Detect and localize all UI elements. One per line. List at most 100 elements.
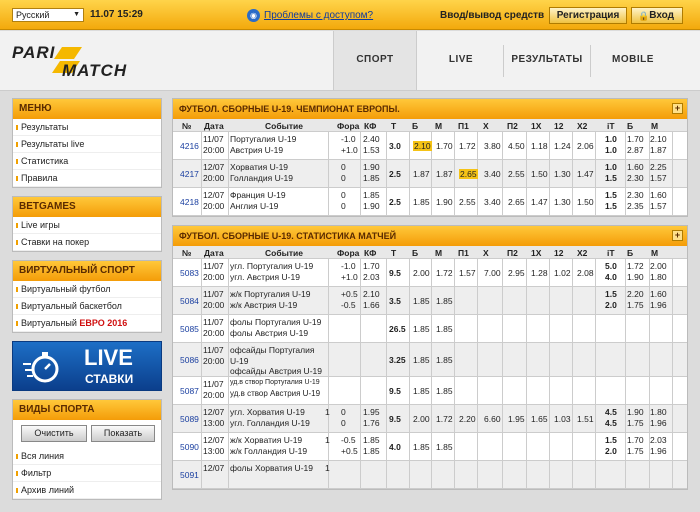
event-id-link[interactable]: 5086	[180, 355, 199, 365]
odds-cell[interactable]: 1.03	[554, 414, 571, 424]
nav-live[interactable]: LIVE	[420, 31, 502, 90]
odds-cell[interactable]: 2.06	[577, 141, 594, 151]
team-away[interactable]: U-19	[230, 356, 248, 366]
odds-cell[interactable]: 1.47	[577, 169, 594, 179]
event-id-link[interactable]: 5083	[180, 268, 199, 278]
odds-cell[interactable]: 1.72	[436, 268, 453, 278]
team-home[interactable]: фолы Португалия U-19	[230, 317, 321, 327]
nav-results[interactable]: РЕЗУЛЬТАТЫ	[504, 31, 590, 90]
odds-cell[interactable]: 1.57	[650, 201, 667, 211]
odds-cell[interactable]: 2.10	[363, 289, 380, 299]
team-home[interactable]: Франция U-19	[230, 190, 286, 200]
odds-cell[interactable]: 1.90	[436, 197, 453, 207]
odds-cell[interactable]: 2.00	[413, 268, 430, 278]
odds-cell[interactable]: 1.87	[650, 145, 667, 155]
team-home[interactable]: ж/к Португалия U-19	[230, 289, 310, 299]
nav-mobile[interactable]: MOBILE	[590, 31, 676, 90]
odds-cell[interactable]: 1.57	[459, 268, 476, 278]
odds-cell[interactable]: 2.55	[459, 197, 476, 207]
odds-cell[interactable]: 1.85	[363, 173, 380, 183]
odds-cell[interactable]: 1.60	[627, 162, 644, 172]
odds-cell[interactable]: 1.85	[413, 324, 430, 334]
sports-item-filter[interactable]: Фильтр	[13, 465, 161, 482]
odds-cell[interactable]: 1.85	[436, 442, 453, 452]
menu-item-results-live[interactable]: Результаты live	[13, 136, 161, 153]
odds-cell[interactable]: 2.65	[508, 197, 525, 207]
odds-cell[interactable]: 1.87	[436, 169, 453, 179]
odds-cell[interactable]: 2.08	[577, 268, 594, 278]
odds-cell[interactable]: 2.25	[650, 162, 667, 172]
odds-cell[interactable]: 2.10	[413, 141, 432, 151]
team-away[interactable]: Австрия U-19	[230, 145, 283, 155]
event-id-link[interactable]: 5087	[180, 386, 199, 396]
odds-cell[interactable]: 1.50	[531, 169, 548, 179]
odds-cell[interactable]: 1.18	[531, 141, 548, 151]
odds-cell[interactable]: 1.50	[577, 197, 594, 207]
team-away[interactable]: ж/к Голландия U-19	[230, 446, 307, 456]
odds-cell[interactable]: 1.28	[531, 268, 548, 278]
odds-cell[interactable]: 1.90	[363, 162, 380, 172]
odds-cell[interactable]: 2.95	[508, 268, 525, 278]
team-away[interactable]: угл. Австрия U-19	[230, 272, 300, 282]
nav-sport[interactable]: СПОРТ	[333, 31, 417, 90]
event-id-link[interactable]: 5091	[180, 470, 199, 480]
language-select[interactable]: Русский ▼	[12, 8, 84, 22]
odds-cell[interactable]: 2.87	[627, 145, 644, 155]
odds-cell[interactable]: 1.30	[554, 197, 571, 207]
odds-cell[interactable]: 2.03	[650, 435, 667, 445]
parimatch-logo[interactable]: PARI MATCH	[12, 41, 142, 81]
odds-cell[interactable]: 1.85	[413, 442, 430, 452]
odds-cell[interactable]: 1.85	[413, 355, 430, 365]
odds-cell[interactable]: 1.85	[436, 324, 453, 334]
odds-cell[interactable]: 7.00	[484, 268, 501, 278]
odds-cell[interactable]: 1.72	[627, 261, 644, 271]
team-away[interactable]: офсайды Австрия U-19	[230, 366, 322, 376]
odds-cell[interactable]: 1.60	[650, 190, 667, 200]
odds-cell[interactable]: 1.85	[413, 197, 430, 207]
team-home[interactable]: офсайды Португалия	[230, 345, 314, 355]
odds-cell[interactable]: 1.30	[554, 169, 571, 179]
virtual-item-euro[interactable]: Виртуальный ЕВРО 2016	[13, 315, 161, 332]
odds-cell[interactable]: 1.70	[627, 435, 644, 445]
virtual-item-basketball[interactable]: Виртуальный баскетбол	[13, 298, 161, 315]
odds-cell[interactable]: 1.70	[436, 141, 453, 151]
odds-cell[interactable]: 3.80	[484, 141, 501, 151]
event-id-link[interactable]: 5090	[180, 442, 199, 452]
odds-cell[interactable]: 1.85	[413, 386, 430, 396]
odds-cell[interactable]: 1.65	[531, 414, 548, 424]
team-home[interactable]: фолы Хорватия U-19	[230, 463, 313, 473]
odds-cell[interactable]: 1.76	[363, 418, 380, 428]
odds-cell[interactable]: 2.03	[363, 272, 380, 282]
odds-cell[interactable]: 1.70	[627, 134, 644, 144]
live-bets-banner[interactable]: LIVE СТАВКИ	[12, 341, 162, 391]
deposit-withdraw-link[interactable]: Ввод/вывод средств	[440, 10, 544, 21]
odds-cell[interactable]: 1.90	[627, 407, 644, 417]
odds-cell[interactable]: 2.35	[627, 201, 644, 211]
team-away[interactable]: угл. Голландия U-19	[230, 418, 310, 428]
odds-cell[interactable]: 1.60	[650, 289, 667, 299]
odds-cell[interactable]: 3.40	[484, 169, 501, 179]
event-id-link[interactable]: 5089	[180, 414, 199, 424]
odds-cell[interactable]: 3.40	[484, 197, 501, 207]
odds-cell[interactable]: 2.55	[508, 169, 525, 179]
odds-cell[interactable]: 1.95	[363, 407, 380, 417]
odds-cell[interactable]: 1.72	[459, 141, 476, 151]
team-home[interactable]: угл. Хорватия U-19	[230, 407, 305, 417]
betgames-item-poker[interactable]: Ставки на покер	[13, 234, 161, 251]
event-id-link[interactable]: 4216	[180, 141, 199, 151]
event-id-link[interactable]: 5084	[180, 296, 199, 306]
access-problems-link[interactable]: Проблемы с доступом?	[264, 10, 373, 21]
odds-cell[interactable]: 1.96	[650, 446, 667, 456]
team-home[interactable]: Португалия U-19	[230, 134, 296, 144]
odds-cell[interactable]: 1.24	[554, 141, 571, 151]
odds-cell[interactable]: 1.96	[650, 418, 667, 428]
event-id-link[interactable]: 4218	[180, 197, 199, 207]
odds-cell[interactable]: 1.90	[363, 201, 380, 211]
odds-cell[interactable]: 1.57	[650, 173, 667, 183]
menu-item-statistics[interactable]: Статистика	[13, 153, 161, 170]
team-home[interactable]: ж/к Хорватия U-19	[230, 435, 302, 445]
team-away[interactable]: фолы Австрия U-19	[230, 328, 308, 338]
sports-item-full-line[interactable]: Вся линия	[13, 448, 161, 465]
odds-cell[interactable]: 1.87	[413, 169, 430, 179]
expand-plus-icon[interactable]: +	[672, 230, 683, 241]
